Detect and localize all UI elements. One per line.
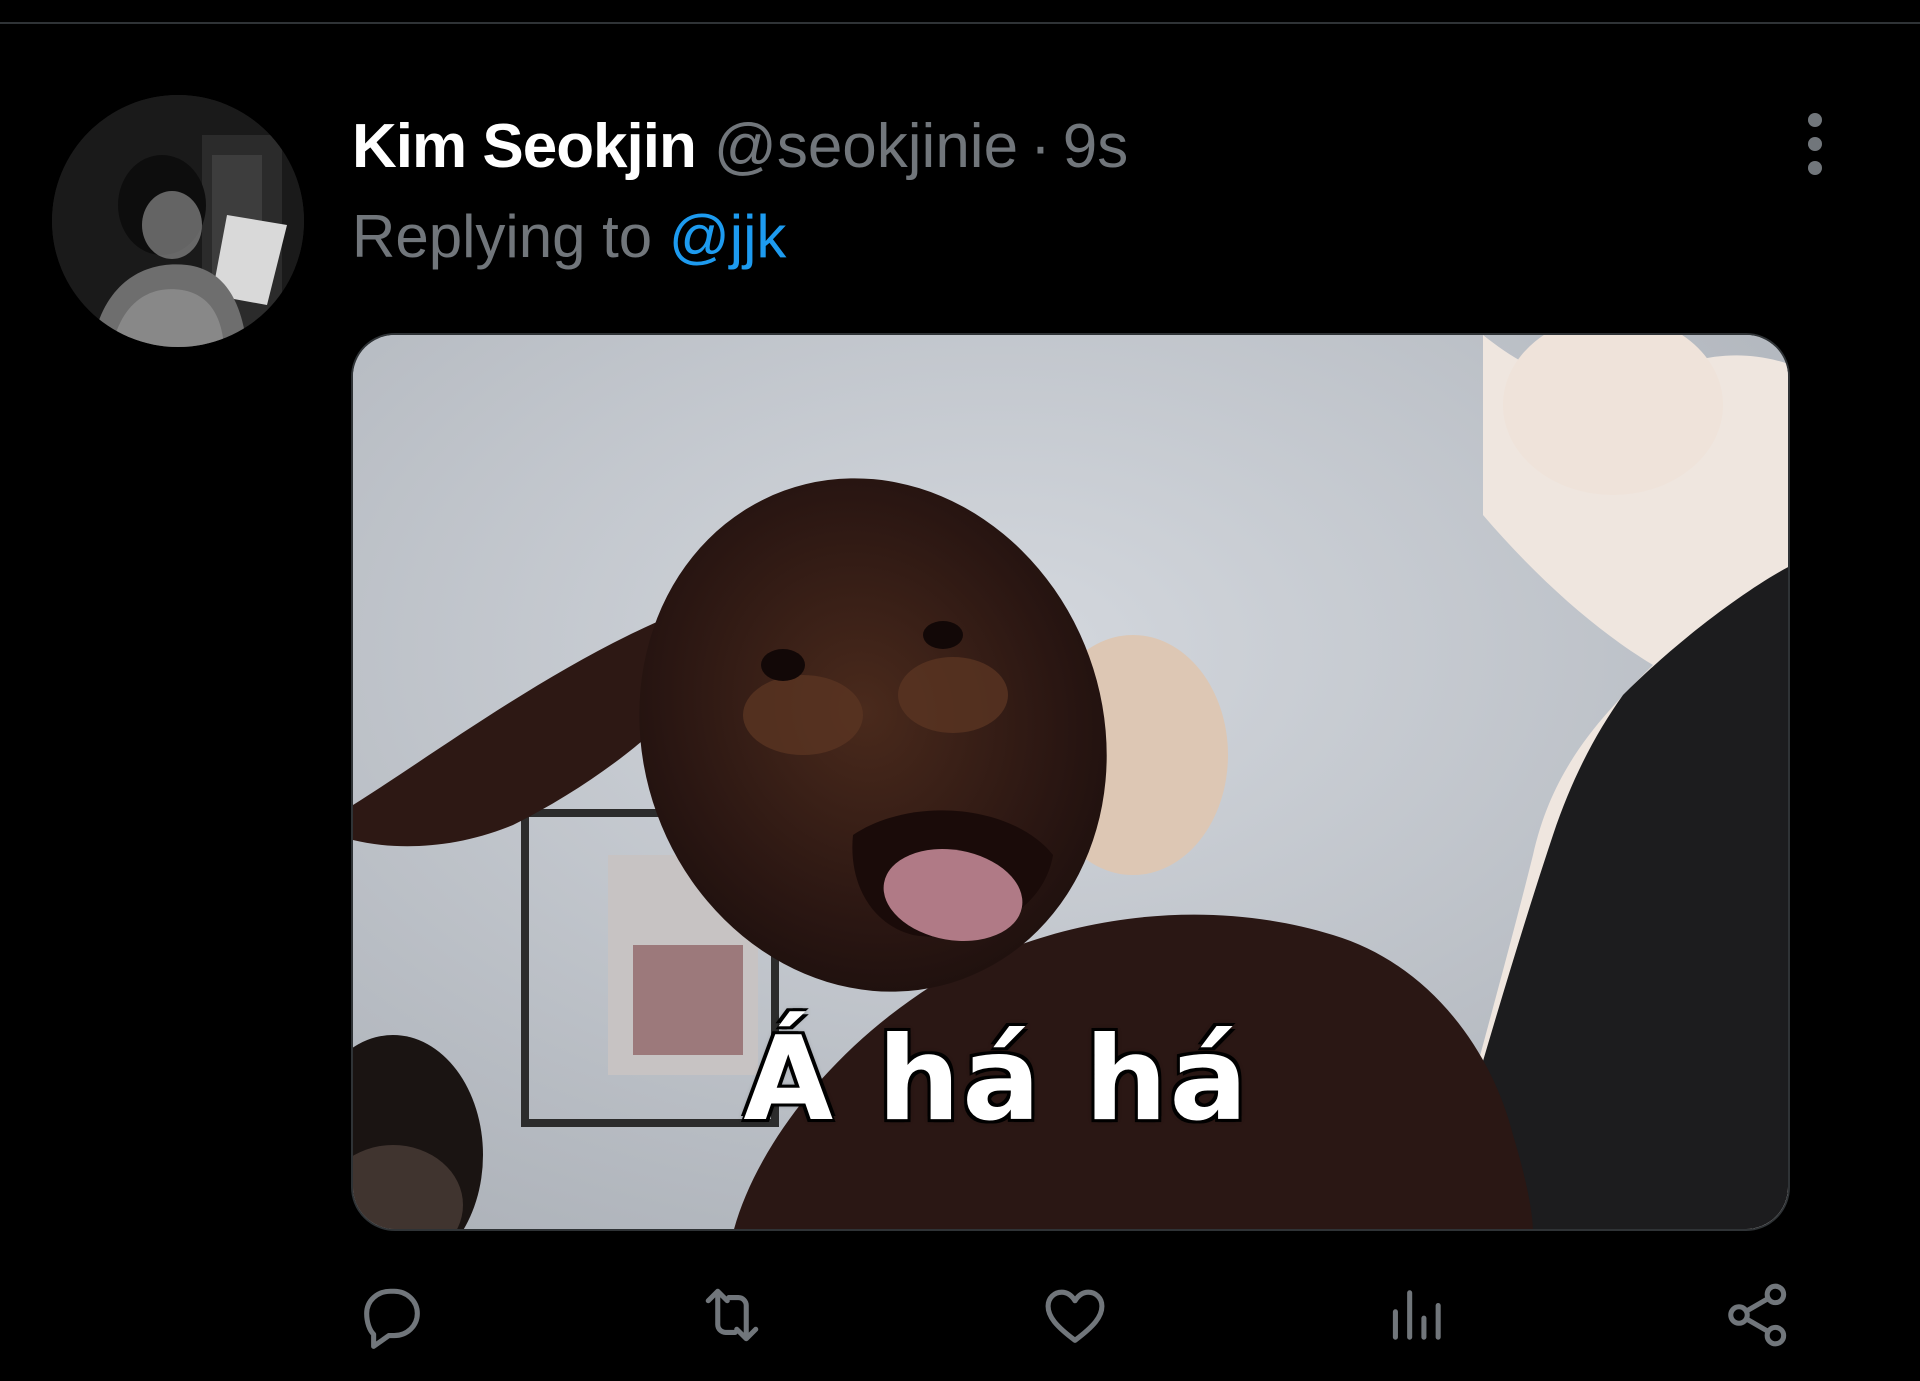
- heart-icon: [1045, 1289, 1105, 1343]
- top-divider: [0, 0, 1920, 24]
- avatar-photo: [52, 95, 304, 347]
- avatar[interactable]: [52, 95, 304, 347]
- media-caption: Á há há: [743, 1012, 1250, 1147]
- display-name[interactable]: Kim Seokjin: [352, 112, 697, 182]
- share-button[interactable]: [1718, 1275, 1798, 1355]
- reply-context: Replying to @jjk: [352, 202, 786, 272]
- separator-dot: ·: [1030, 112, 1051, 181]
- timestamp[interactable]: 9s: [1063, 112, 1128, 182]
- reply-prefix: Replying to: [352, 203, 653, 270]
- retweet-icon: [705, 1288, 759, 1342]
- share-icon: [1728, 1283, 1787, 1347]
- more-vertical-icon: [1808, 113, 1822, 175]
- retweet-button[interactable]: [692, 1275, 772, 1355]
- reply-icon: [364, 1288, 420, 1349]
- like-button[interactable]: [1035, 1275, 1115, 1355]
- user-handle[interactable]: @seokjinie: [714, 112, 1018, 182]
- tweet-header: Kim Seokjin @seokjinie · 9s: [352, 112, 1128, 182]
- views-button[interactable]: [1376, 1275, 1456, 1355]
- analytics-icon: [1392, 1290, 1441, 1340]
- more-button[interactable]: [1790, 110, 1840, 180]
- tweet-action-bar: [0, 1275, 1920, 1355]
- tweet-media[interactable]: Á há há: [351, 333, 1790, 1231]
- reply-button[interactable]: [352, 1275, 432, 1355]
- reply-handle-link[interactable]: @jjk: [669, 203, 787, 270]
